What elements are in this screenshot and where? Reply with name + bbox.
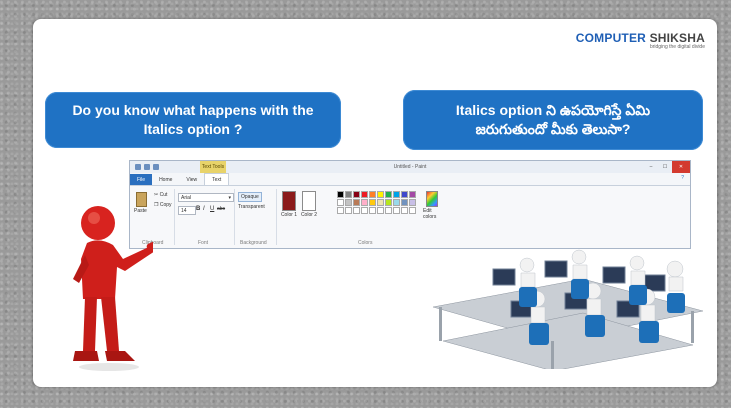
color1-label: Color 1 xyxy=(280,212,298,218)
italic-button[interactable]: I xyxy=(203,206,205,212)
tab-file[interactable]: File xyxy=(130,174,153,185)
font-group-label: Font xyxy=(198,240,209,246)
palette-swatch[interactable] xyxy=(393,199,400,206)
computer-lab-illustration xyxy=(433,249,703,369)
palette-swatch[interactable] xyxy=(393,191,400,198)
edit-colors-icon[interactable] xyxy=(426,191,438,207)
color2-swatch[interactable] xyxy=(302,191,316,211)
palette-swatch[interactable] xyxy=(337,199,344,206)
palette-swatch[interactable] xyxy=(369,191,376,198)
ribbon-tabs: File Home View Text ? xyxy=(130,173,690,186)
strikethrough-button[interactable]: abc xyxy=(217,206,225,212)
font-size-value: 14 xyxy=(181,207,187,214)
palette-swatch[interactable] xyxy=(393,207,400,214)
palette-swatch[interactable] xyxy=(353,191,360,198)
palette-swatch[interactable] xyxy=(385,199,392,206)
tab-home[interactable]: Home xyxy=(152,174,179,185)
cut-label: Cut xyxy=(159,192,168,198)
palette-swatch[interactable] xyxy=(345,191,352,198)
palette-swatch[interactable] xyxy=(345,207,352,214)
color-palette xyxy=(337,191,416,214)
telugu-question-bubble: Italics option ని ఉపయోగిస్తే ఏమి జరుగుతు… xyxy=(403,90,703,150)
computer-shiksha-logo: COMPUTER SHIKSHA bridging the digital di… xyxy=(576,31,705,50)
palette-swatch[interactable] xyxy=(369,207,376,214)
opaque-button[interactable]: Opaque xyxy=(238,192,262,202)
palette-swatch[interactable] xyxy=(385,191,392,198)
logo-brand-part2: SHIKSHA xyxy=(646,31,705,45)
telugu-question-line2: జరుగుతుందో మీకు తెలుసా? xyxy=(475,121,631,137)
chevron-down-icon: ▾ xyxy=(228,194,231,201)
palette-swatch[interactable] xyxy=(353,207,360,214)
palette-swatch[interactable] xyxy=(361,199,368,206)
font-size-select[interactable]: 14 xyxy=(178,206,196,215)
underline-button[interactable]: U xyxy=(210,206,214,212)
palette-swatch[interactable] xyxy=(337,207,344,214)
telugu-question-line1: Italics option ని ఉపయోగిస్తే ఏమి xyxy=(455,102,651,119)
palette-swatch[interactable] xyxy=(369,199,376,206)
maximize-button[interactable]: ☐ xyxy=(658,161,672,173)
color2-label: Color 2 xyxy=(300,212,318,218)
ribbon-divider xyxy=(276,189,277,245)
font-family-select[interactable]: Arial ▾ xyxy=(178,193,234,202)
minimize-button[interactable]: ‒ xyxy=(644,161,658,173)
palette-swatch[interactable] xyxy=(353,199,360,206)
english-question-bubble: Do you know what happens with the Italic… xyxy=(45,92,341,148)
ribbon-body: Paste ✂ Cut ❐ Copy Clipboard Arial▾ 14 B… xyxy=(130,186,690,248)
logo-brand-part1: COMPUTER xyxy=(575,31,647,45)
pointing-man-illustration xyxy=(73,206,153,371)
palette-swatch[interactable] xyxy=(361,191,368,198)
slide-card: COMPUTER SHIKSHA bridging the digital di… xyxy=(33,19,717,387)
palette-swatch[interactable] xyxy=(377,199,384,206)
edit-colors-label: Edit colors xyxy=(423,208,437,220)
palette-swatch[interactable] xyxy=(377,191,384,198)
copy-label: Copy xyxy=(159,202,172,208)
palette-swatch[interactable] xyxy=(337,191,344,198)
tab-view[interactable]: View xyxy=(179,174,204,185)
colors-group-label: Colors xyxy=(358,240,373,246)
english-question-line1: Do you know what happens with the xyxy=(72,102,314,119)
copy-button[interactable]: ❐ Copy xyxy=(154,202,172,208)
ribbon-divider xyxy=(174,189,175,245)
font-family-value: Arial xyxy=(181,194,192,201)
background-group-label: Background xyxy=(240,240,267,246)
palette-swatch[interactable] xyxy=(377,207,384,214)
palette-swatch[interactable] xyxy=(385,207,392,214)
help-icon[interactable]: ? xyxy=(681,175,684,181)
ribbon-divider xyxy=(234,189,235,245)
palette-swatch[interactable] xyxy=(401,199,408,206)
palette-swatch[interactable] xyxy=(345,199,352,206)
palette-swatch[interactable] xyxy=(409,199,416,206)
palette-swatch[interactable] xyxy=(401,191,408,198)
window-controls: ‒ ☐ ✕ xyxy=(644,161,690,173)
palette-swatch[interactable] xyxy=(401,207,408,214)
tab-text[interactable]: Text xyxy=(204,173,230,185)
bold-button[interactable]: B xyxy=(196,206,200,212)
cut-button[interactable]: ✂ Cut xyxy=(154,192,167,198)
color1-swatch[interactable] xyxy=(282,191,296,211)
paint-title-bar: Text Tools Untitled - Paint ‒ ☐ ✕ xyxy=(130,161,690,173)
transparent-button[interactable]: Transparent xyxy=(238,204,265,210)
paint-window-screenshot: Text Tools Untitled - Paint ‒ ☐ ✕ File H… xyxy=(129,160,691,249)
palette-swatch[interactable] xyxy=(409,191,416,198)
palette-swatch[interactable] xyxy=(409,207,416,214)
close-button[interactable]: ✕ xyxy=(672,161,690,173)
palette-swatch[interactable] xyxy=(361,207,368,214)
paint-window-title: Untitled - Paint xyxy=(393,164,427,170)
english-question-line2: Italics option ? xyxy=(143,121,243,137)
